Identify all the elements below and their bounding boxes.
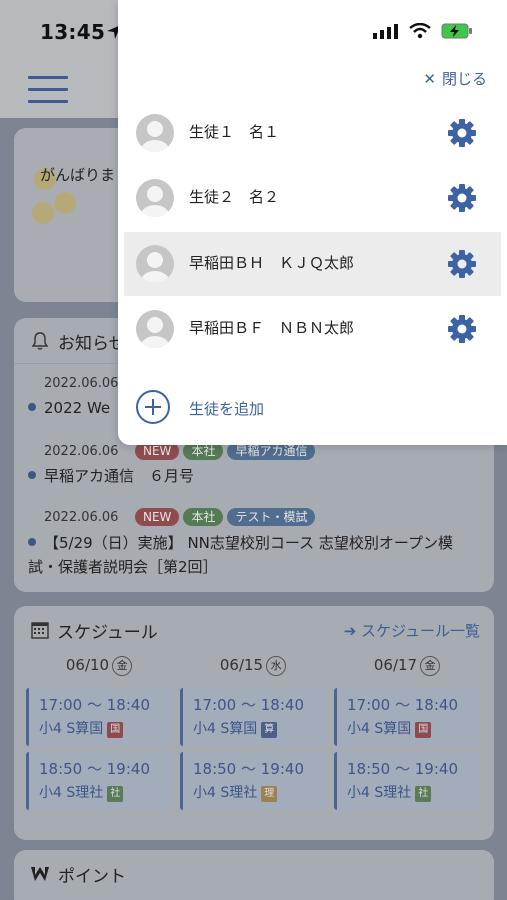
subject-badge: 算 — [261, 722, 278, 738]
gear-icon[interactable] — [447, 118, 477, 148]
close-icon: ✕ — [423, 70, 436, 88]
news-title-line-2: 試・保護者説明会［第2回］ — [28, 558, 218, 576]
subject-badge: 理 — [261, 786, 278, 802]
news-date: 2022.06.06 — [44, 510, 119, 525]
day-date: 06/10 金 — [26, 656, 172, 682]
hamburger-menu-icon[interactable] — [28, 76, 68, 106]
points-title: ポイント — [58, 867, 126, 887]
avatar-icon — [136, 114, 174, 152]
banner-text: がんばりま — [40, 166, 116, 184]
subject-badge: 国 — [415, 722, 432, 738]
student-name: 生徒１ 名１ — [189, 123, 280, 141]
avatar-icon — [136, 310, 174, 348]
schedule-card: スケジュール ➔ スケジュール一覧 06/10 金 17:00 〜 18:40 小… — [14, 606, 494, 840]
student-name: 生徒２ 名２ — [189, 188, 280, 206]
news-title-line: 2022 We — [28, 398, 110, 419]
points-card: ポイント — [14, 850, 494, 900]
battery-charging-icon — [441, 23, 472, 39]
news-date: 2022.06.06 — [44, 444, 119, 459]
student-row[interactable]: 生徒１ 名１ — [124, 101, 501, 165]
add-student-label: 生徒を追加 — [189, 400, 265, 418]
subject-badge: 社 — [415, 786, 432, 802]
tag-category: テスト・模試 — [227, 508, 316, 526]
student-name: 早稲田ＢＦ ＮＢＮ太郎 — [189, 319, 355, 337]
news-date: 2022.06.06 — [44, 376, 119, 391]
student-switcher-panel: ✕ 閉じる 生徒１ 名１ 生徒２ 名２ 早稲田ＢＨ ＫＪＱ太郎 早稲田ＢＦ ＮＢ… — [118, 0, 507, 445]
subject-badge: 社 — [107, 786, 124, 802]
schedule-day: 06/15 水 17:00 〜 18:40 小4 S算国算 18:50 〜 19:… — [180, 656, 326, 810]
tag-new: NEW — [135, 508, 180, 526]
subject-badge: 国 — [107, 722, 124, 738]
schedule-slot[interactable]: 18:50 〜 19:40 小4 S理社社 — [334, 752, 480, 810]
close-button[interactable]: ✕ 閉じる — [423, 68, 487, 89]
news-tags: NEW 本社 テスト・模試 — [135, 508, 316, 526]
calendar-icon — [31, 622, 49, 639]
schedule-slot[interactable]: 18:50 〜 19:40 小4 S理社社 — [26, 752, 172, 810]
schedule-slot[interactable]: 17:00 〜 18:40 小4 S算国国 — [334, 688, 480, 746]
gear-icon[interactable] — [447, 249, 477, 279]
schedule-day: 06/17 金 17:00 〜 18:40 小4 S算国国 18:50 〜 19:… — [334, 656, 480, 810]
schedule-day: 06/10 金 17:00 〜 18:40 小4 S算国国 18:50 〜 19:… — [26, 656, 172, 810]
sunflower-decoration — [54, 192, 76, 214]
arrow-right-icon: ➔ — [343, 622, 362, 640]
schedule-list-link[interactable]: ➔ スケジュール一覧 — [344, 620, 480, 641]
add-student-button[interactable]: 生徒を追加 — [136, 390, 336, 426]
status-time: 13:45 — [40, 20, 106, 44]
gear-icon[interactable] — [447, 314, 477, 344]
status-indicators — [373, 22, 473, 40]
gear-icon[interactable] — [447, 183, 477, 213]
day-date: 06/15 水 — [180, 656, 326, 682]
student-name: 早稲田ＢＨ ＫＪＱ太郎 — [189, 254, 355, 272]
plus-circle-icon — [136, 390, 170, 424]
avatar-icon — [136, 179, 174, 217]
bell-icon — [31, 332, 49, 350]
schedule-title: スケジュール — [57, 623, 158, 643]
sunflower-decoration — [32, 202, 54, 224]
avatar-icon — [136, 245, 174, 283]
schedule-slot[interactable]: 17:00 〜 18:40 小4 S算国算 — [180, 688, 326, 746]
wifi-icon — [409, 23, 431, 39]
news-title-line: 早稲アカ通信 ６月号 — [28, 466, 194, 487]
student-row[interactable]: 生徒２ 名２ — [124, 166, 501, 230]
tag-hq: 本社 — [183, 508, 224, 526]
day-date: 06/17 金 — [334, 656, 480, 682]
news-title: お知らせ — [58, 334, 126, 354]
signal-icon — [373, 24, 398, 39]
news-title-line: 【5/29（日）実施】 NN志望校別コース 志望校別オープン模 — [28, 533, 453, 554]
student-row[interactable]: 早稲田ＢＦ ＮＢＮ太郎 — [124, 297, 501, 361]
schedule-slot[interactable]: 17:00 〜 18:40 小4 S算国国 — [26, 688, 172, 746]
schedule-slot[interactable]: 18:50 〜 19:40 小4 S理社理 — [180, 752, 326, 810]
points-icon — [31, 867, 49, 881]
student-row-selected[interactable]: 早稲田ＢＨ ＫＪＱ太郎 — [124, 232, 501, 296]
